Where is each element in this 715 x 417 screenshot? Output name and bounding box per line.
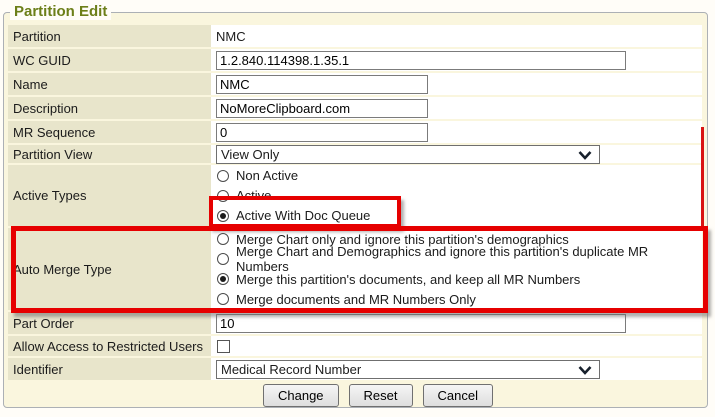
row-part-order: Part Order bbox=[8, 312, 702, 334]
identifier-cell: Medical Record Number bbox=[211, 358, 702, 380]
partition-edit-screen: Partition Edit Partition NMC WC GUID Nam… bbox=[0, 0, 715, 417]
radio-label: Merge this partition's documents, and ke… bbox=[236, 272, 580, 287]
radio-option-merge-documents-and-mr-numbers[interactable]: Merge documents and MR Numbers Only bbox=[213, 289, 702, 309]
description-input[interactable] bbox=[216, 99, 428, 118]
active-types-label: Active Types bbox=[8, 165, 211, 226]
chevron-down-icon bbox=[578, 366, 592, 375]
part-order-label: Part Order bbox=[8, 312, 211, 334]
radio-label: Non Active bbox=[236, 168, 298, 183]
active-types-cell: Non Active Active Active With Doc Queue bbox=[211, 165, 702, 226]
description-cell bbox=[211, 97, 702, 119]
row-partition-view: Partition View View Only bbox=[8, 145, 702, 163]
form-table: Partition NMC WC GUID Name Description bbox=[8, 25, 702, 408]
radio-icon[interactable] bbox=[217, 170, 229, 182]
change-button[interactable]: Change bbox=[263, 384, 339, 407]
wc-guid-cell bbox=[211, 49, 702, 71]
part-order-input[interactable] bbox=[216, 314, 626, 333]
radio-option-active[interactable]: Active bbox=[213, 186, 702, 206]
partition-value: NMC bbox=[211, 25, 702, 47]
reset-button[interactable]: Reset bbox=[349, 384, 413, 407]
radio-icon[interactable] bbox=[217, 253, 229, 265]
row-identifier: Identifier Medical Record Number bbox=[8, 358, 702, 380]
row-mr-sequence: MR Sequence bbox=[8, 121, 702, 143]
radio-option-non-active[interactable]: Non Active bbox=[213, 166, 702, 186]
radio-selected-icon[interactable] bbox=[217, 210, 229, 222]
wc-guid-input[interactable] bbox=[216, 51, 626, 70]
partition-view-select[interactable]: View Only bbox=[216, 145, 600, 164]
part-order-cell bbox=[211, 312, 702, 334]
name-cell bbox=[211, 73, 702, 95]
chevron-down-icon bbox=[578, 151, 592, 160]
radio-selected-icon[interactable] bbox=[217, 273, 229, 285]
row-auto-merge-type: Auto Merge Type Merge Chart only and ign… bbox=[8, 228, 702, 310]
cancel-button[interactable]: Cancel bbox=[423, 384, 493, 407]
page-title: Partition Edit bbox=[10, 3, 111, 20]
form-buttons-row: Change Reset Cancel bbox=[8, 382, 702, 408]
name-input[interactable] bbox=[216, 75, 428, 94]
partition-label: Partition bbox=[8, 25, 211, 47]
radio-option-active-with-doc-queue[interactable]: Active With Doc Queue bbox=[213, 206, 702, 226]
row-partition: Partition NMC bbox=[8, 25, 702, 47]
allow-access-cell bbox=[211, 336, 702, 356]
allow-access-label: Allow Access to Restricted Users bbox=[8, 336, 211, 356]
partition-view-selected-value: View Only bbox=[221, 147, 279, 162]
description-label: Description bbox=[8, 97, 211, 119]
radio-icon[interactable] bbox=[217, 293, 229, 305]
mr-sequence-cell bbox=[211, 121, 702, 143]
mr-sequence-input[interactable] bbox=[216, 123, 428, 142]
wc-guid-label: WC GUID bbox=[8, 49, 211, 71]
radio-option-merge-partition-documents[interactable]: Merge this partition's documents, and ke… bbox=[213, 269, 702, 289]
row-active-types: Active Types Non Active Active Active Wi… bbox=[8, 165, 702, 226]
row-allow-access: Allow Access to Restricted Users bbox=[8, 336, 702, 356]
radio-label: Active With Doc Queue bbox=[236, 208, 370, 223]
radio-label: Active bbox=[236, 188, 271, 203]
auto-merge-type-label: Auto Merge Type bbox=[8, 228, 211, 310]
radio-icon[interactable] bbox=[217, 233, 229, 245]
row-description: Description bbox=[8, 97, 702, 119]
partition-view-label: Partition View bbox=[8, 145, 211, 163]
mr-sequence-label: MR Sequence bbox=[8, 121, 211, 143]
identifier-label: Identifier bbox=[8, 358, 211, 380]
allow-access-checkbox[interactable] bbox=[217, 340, 230, 353]
radio-icon[interactable] bbox=[217, 190, 229, 202]
name-label: Name bbox=[8, 73, 211, 95]
auto-merge-type-cell: Merge Chart only and ignore this partiti… bbox=[211, 228, 702, 310]
identifier-select[interactable]: Medical Record Number bbox=[216, 360, 600, 379]
radio-label: Merge documents and MR Numbers Only bbox=[236, 292, 476, 307]
identifier-selected-value: Medical Record Number bbox=[221, 362, 361, 377]
partition-view-cell: View Only bbox=[211, 145, 702, 163]
row-wc-guid: WC GUID bbox=[8, 49, 702, 71]
radio-option-merge-chart-and-demographics[interactable]: Merge Chart and Demographics and ignore … bbox=[213, 249, 702, 269]
row-name: Name bbox=[8, 73, 702, 95]
